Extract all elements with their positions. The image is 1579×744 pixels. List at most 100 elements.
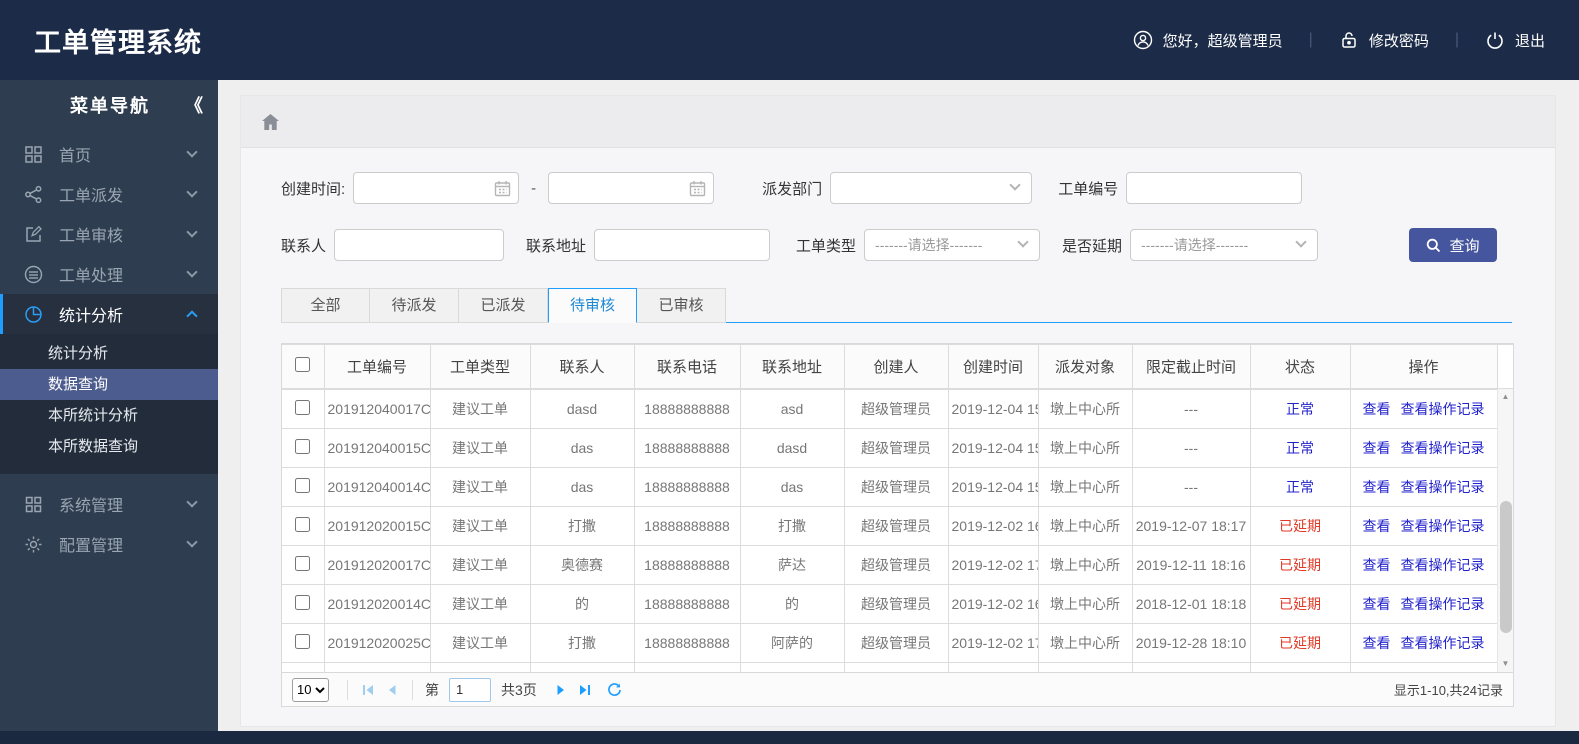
create-time-end-field[interactable]	[548, 172, 715, 204]
scrollbar-thumb[interactable]	[1500, 501, 1512, 633]
cell-created-time: 2019-12-02 17	[947, 545, 1039, 585]
cell-address: das	[739, 467, 845, 507]
chevron-down-icon	[186, 186, 198, 198]
cell-created-time: 2019-12-02 16	[947, 584, 1039, 624]
cell-phone: 18888888888	[633, 428, 741, 468]
calendar-icon[interactable]	[494, 180, 511, 197]
pager-divider	[347, 679, 348, 700]
select-all-cell	[282, 344, 325, 389]
tab-已派发[interactable]: 已派发	[459, 288, 548, 323]
cell-actions: 查看 查看操作记录	[1349, 428, 1497, 468]
row-checkbox[interactable]	[295, 400, 311, 415]
calendar-icon[interactable]	[689, 180, 706, 197]
total-pages: 共3页	[501, 681, 537, 698]
address-label: 联系地址	[526, 237, 587, 255]
view-link[interactable]: 查看	[1363, 440, 1391, 456]
view-link[interactable]: 查看	[1363, 635, 1391, 651]
row-checkbox[interactable]	[295, 595, 311, 610]
tab-待派发[interactable]: 待派发	[370, 288, 459, 323]
view-log-link[interactable]: 查看操作记录	[1401, 518, 1485, 534]
table-scrollbar[interactable]: ▲ ▼	[1497, 389, 1513, 672]
order-no-input[interactable]	[1135, 173, 1294, 203]
scroll-up-arrow[interactable]: ▲	[1498, 389, 1513, 405]
row-checkbox[interactable]	[295, 478, 311, 493]
select-all-checkbox[interactable]	[295, 357, 311, 372]
chevron-down-icon	[1017, 236, 1029, 248]
view-link[interactable]: 查看	[1363, 557, 1391, 573]
cell-address: 的	[739, 584, 845, 624]
view-link[interactable]: 查看	[1363, 596, 1391, 612]
sidebar-item-statistics[interactable]: 统计分析	[0, 294, 218, 334]
cell-created-time: 2019-12-04 15	[947, 428, 1039, 468]
refresh-button[interactable]	[603, 679, 627, 701]
row-checkbox[interactable]	[295, 634, 311, 649]
first-page-button[interactable]	[356, 679, 380, 701]
search-button[interactable]: 查询	[1409, 228, 1497, 262]
address-input[interactable]	[603, 230, 762, 260]
records-summary: 显示1-10,共24记录	[1393, 683, 1503, 698]
change-password-button[interactable]: 修改密码	[1339, 30, 1429, 51]
tab-全部[interactable]: 全部	[281, 288, 370, 323]
view-log-link[interactable]: 查看操作记录	[1401, 557, 1485, 573]
sidebar-subitem-data-query[interactable]: 数据查询	[0, 369, 218, 400]
sidebar-item-system[interactable]: 系统管理	[0, 484, 218, 524]
cell-order-no	[323, 662, 431, 672]
prev-page-button[interactable]	[380, 679, 404, 701]
cell-order-type: 建议工单	[429, 506, 531, 546]
sidebar-subitem-local-data-query[interactable]: 本所数据查询	[0, 431, 218, 462]
last-page-button[interactable]	[573, 679, 597, 701]
create-time-label: 创建时间:	[281, 180, 346, 198]
cell-created-time: 2019-12-02 17	[947, 623, 1039, 663]
sidebar-item-home[interactable]: 首页	[0, 134, 218, 174]
column-header: 联系人	[529, 344, 635, 389]
view-log-link[interactable]: 查看操作记录	[1401, 479, 1485, 495]
sidebar-item-process[interactable]: 工单处理	[0, 254, 218, 294]
home-icon[interactable]	[261, 113, 280, 131]
next-page-button[interactable]	[549, 679, 573, 701]
cell-dispatch-target: 墩上中心所	[1037, 506, 1133, 546]
view-link[interactable]: 查看	[1363, 401, 1391, 417]
view-log-link[interactable]: 查看操作记录	[1401, 635, 1485, 651]
sidebar-item-config[interactable]: 配置管理	[0, 524, 218, 564]
dispatch-dept-select[interactable]	[830, 172, 1033, 204]
sidebar-subitem-local-statistics[interactable]: 本所统计分析	[0, 400, 218, 431]
address-field[interactable]	[594, 229, 771, 261]
sidebar-item-review[interactable]: 工单审核	[0, 214, 218, 254]
delay-select[interactable]: -------请选择-------	[1130, 229, 1319, 261]
order-type-select[interactable]: -------请选择-------	[864, 229, 1041, 261]
row-checkbox[interactable]	[295, 556, 311, 571]
sidebar-subitem-statistics[interactable]: 统计分析	[0, 338, 218, 369]
page-size-select[interactable]: 10	[292, 677, 329, 702]
logout-button[interactable]: 退出	[1485, 30, 1545, 51]
row-select-cell	[282, 623, 325, 663]
row-checkbox[interactable]	[295, 439, 311, 454]
user-greeting[interactable]: 您好，超级管理员	[1133, 30, 1283, 51]
tab-已审核[interactable]: 已审核	[637, 288, 726, 323]
cell-deadline: ---	[1131, 389, 1251, 429]
contact-input[interactable]	[343, 230, 496, 260]
cell-order-type: 建议工单	[429, 584, 531, 624]
sidebar-item-dispatch[interactable]: 工单派发	[0, 174, 218, 214]
view-link[interactable]: 查看	[1363, 479, 1391, 495]
row-select-cell	[282, 428, 325, 468]
order-no-field[interactable]	[1126, 172, 1303, 204]
tab-待审核[interactable]: 待审核	[548, 288, 637, 323]
cell-order-type: 建议工单	[429, 623, 531, 663]
cell-address: 萨达	[739, 545, 845, 585]
contact-field[interactable]	[334, 229, 505, 261]
view-log-link[interactable]: 查看操作记录	[1401, 401, 1485, 417]
view-log-link[interactable]: 查看操作记录	[1401, 440, 1485, 456]
create-time-start-field[interactable]	[353, 172, 520, 204]
view-link[interactable]: 查看	[1363, 518, 1391, 534]
row-checkbox[interactable]	[295, 517, 311, 532]
status-badge: 正常	[1249, 428, 1351, 468]
share-icon	[25, 185, 42, 203]
sidebar-collapse-icon[interactable]: 《	[185, 92, 203, 118]
scroll-down-arrow[interactable]: ▼	[1498, 656, 1513, 672]
table-row: 201912020015C 建议工单 打撒 18888888888 打撒 超级管…	[282, 506, 1497, 546]
view-log-link[interactable]: 查看操作记录	[1401, 596, 1485, 612]
sidebar-item-label: 工单处理	[59, 268, 124, 285]
breadcrumb	[241, 96, 1555, 148]
app-title: 工单管理系统	[34, 27, 202, 58]
page-number-input[interactable]	[449, 677, 491, 702]
